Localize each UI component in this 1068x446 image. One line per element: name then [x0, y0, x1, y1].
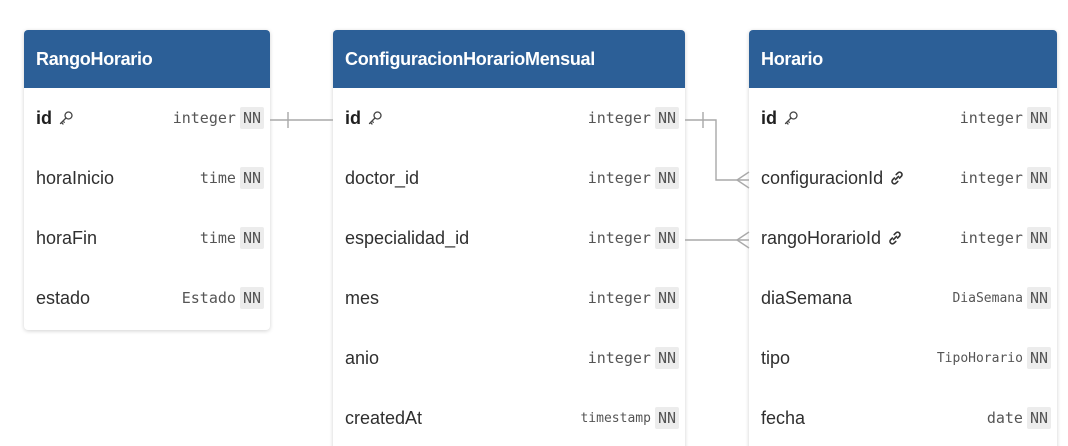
column-type: time — [199, 169, 236, 187]
table-title: ConfiguracionHorarioMensual — [345, 48, 595, 69]
table-header-horario[interactable]: Horario — [749, 30, 1057, 88]
column-row-id[interactable]: id integer NN — [333, 88, 685, 148]
column-row-tipo[interactable]: tipo TipoHorario NN — [749, 328, 1057, 388]
column-name: id — [345, 108, 588, 129]
column-type: integer — [587, 289, 651, 307]
not-null-badge: NN — [654, 347, 679, 369]
column-type: integer — [587, 229, 651, 247]
column-row-mes[interactable]: mes integer NN — [333, 268, 685, 328]
relation-line-rangohorario-id — [270, 112, 333, 128]
table-title: RangoHorario — [36, 48, 153, 69]
column-type: TipoHorario — [936, 350, 1023, 366]
column-name: tipo — [761, 347, 791, 368]
table-horario[interactable]: Horario id integer NN configuracionId in… — [749, 30, 1057, 446]
column-name: configuracionId — [761, 168, 960, 189]
table-rango-horario[interactable]: RangoHorario id integer NN horaInicio ti… — [24, 30, 270, 330]
not-null-badge: NN — [239, 287, 264, 309]
not-null-badge: NN — [654, 287, 679, 309]
er-diagram-canvas: RangoHorario id integer NN horaInicio ti… — [0, 0, 1068, 446]
column-name: horaFin — [36, 227, 98, 248]
column-type: integer — [587, 169, 651, 187]
column-type: date — [986, 409, 1023, 427]
column-type: time — [199, 229, 236, 247]
not-null-badge: NN — [239, 227, 264, 249]
table-header-rango-horario[interactable]: RangoHorario — [24, 30, 270, 88]
column-row-estado[interactable]: estado Estado NN — [24, 268, 270, 328]
column-name: estado — [36, 287, 91, 308]
table-configuracion-horario-mensual[interactable]: ConfiguracionHorarioMensual id integer N… — [333, 30, 685, 446]
column-row-fecha[interactable]: fecha date NN — [749, 388, 1057, 446]
not-null-badge: NN — [239, 107, 264, 129]
not-null-badge: NN — [654, 107, 679, 129]
relation-line-configuracion-to-horario — [685, 112, 750, 189]
column-type: timestamp — [580, 410, 651, 426]
column-type: integer — [959, 169, 1023, 187]
column-name: mes — [345, 287, 380, 308]
column-row-id[interactable]: id integer NN — [24, 88, 270, 148]
column-name: anio — [345, 347, 380, 368]
not-null-badge: NN — [1026, 407, 1051, 429]
column-row-configuracionid[interactable]: configuracionId integer NN — [749, 148, 1057, 208]
key-icon — [59, 111, 73, 125]
column-type: integer — [172, 109, 236, 127]
column-type: integer — [587, 349, 651, 367]
not-null-badge: NN — [654, 167, 679, 189]
column-name: id — [36, 108, 173, 129]
column-row-doctor-id[interactable]: doctor_id integer NN — [333, 148, 685, 208]
column-name: especialidad_id — [345, 227, 470, 248]
column-row-horafin[interactable]: horaFin time NN — [24, 208, 270, 268]
not-null-badge: NN — [1026, 107, 1051, 129]
table-header-configuracion-horario-mensual[interactable]: ConfiguracionHorarioMensual — [333, 30, 685, 88]
key-icon — [368, 111, 382, 125]
column-name: createdAt — [345, 407, 423, 428]
column-row-especialidad-id[interactable]: especialidad_id integer NN — [333, 208, 685, 268]
link-icon — [891, 171, 903, 185]
column-name: fecha — [761, 407, 806, 428]
column-row-id[interactable]: id integer NN — [749, 88, 1057, 148]
column-type: integer — [587, 109, 651, 127]
column-row-anio[interactable]: anio integer NN — [333, 328, 685, 388]
column-type: DiaSemana — [952, 290, 1023, 306]
not-null-badge: NN — [1026, 167, 1051, 189]
link-icon — [889, 231, 901, 245]
column-row-diasemana[interactable]: diaSemana DiaSemana NN — [749, 268, 1057, 328]
column-type: integer — [959, 109, 1023, 127]
column-name: doctor_id — [345, 167, 420, 188]
not-null-badge: NN — [1026, 227, 1051, 249]
column-name: rangoHorarioId — [761, 228, 960, 249]
column-type: integer — [959, 229, 1023, 247]
column-row-rangohorarioid[interactable]: rangoHorarioId integer NN — [749, 208, 1057, 268]
column-name: diaSemana — [761, 287, 853, 308]
relation-line-rangohorario-to-horario — [685, 231, 750, 249]
not-null-badge: NN — [654, 407, 679, 429]
not-null-badge: NN — [1026, 347, 1051, 369]
not-null-badge: NN — [1026, 287, 1051, 309]
table-title: Horario — [761, 48, 823, 69]
not-null-badge: NN — [654, 227, 679, 249]
column-row-horainicio[interactable]: horaInicio time NN — [24, 148, 270, 208]
column-row-createdat[interactable]: createdAt timestamp NN — [333, 388, 685, 446]
column-name: id — [761, 108, 960, 129]
column-type: Estado — [181, 289, 236, 307]
column-name: horaInicio — [36, 167, 115, 188]
key-icon — [784, 111, 798, 125]
not-null-badge: NN — [239, 167, 264, 189]
